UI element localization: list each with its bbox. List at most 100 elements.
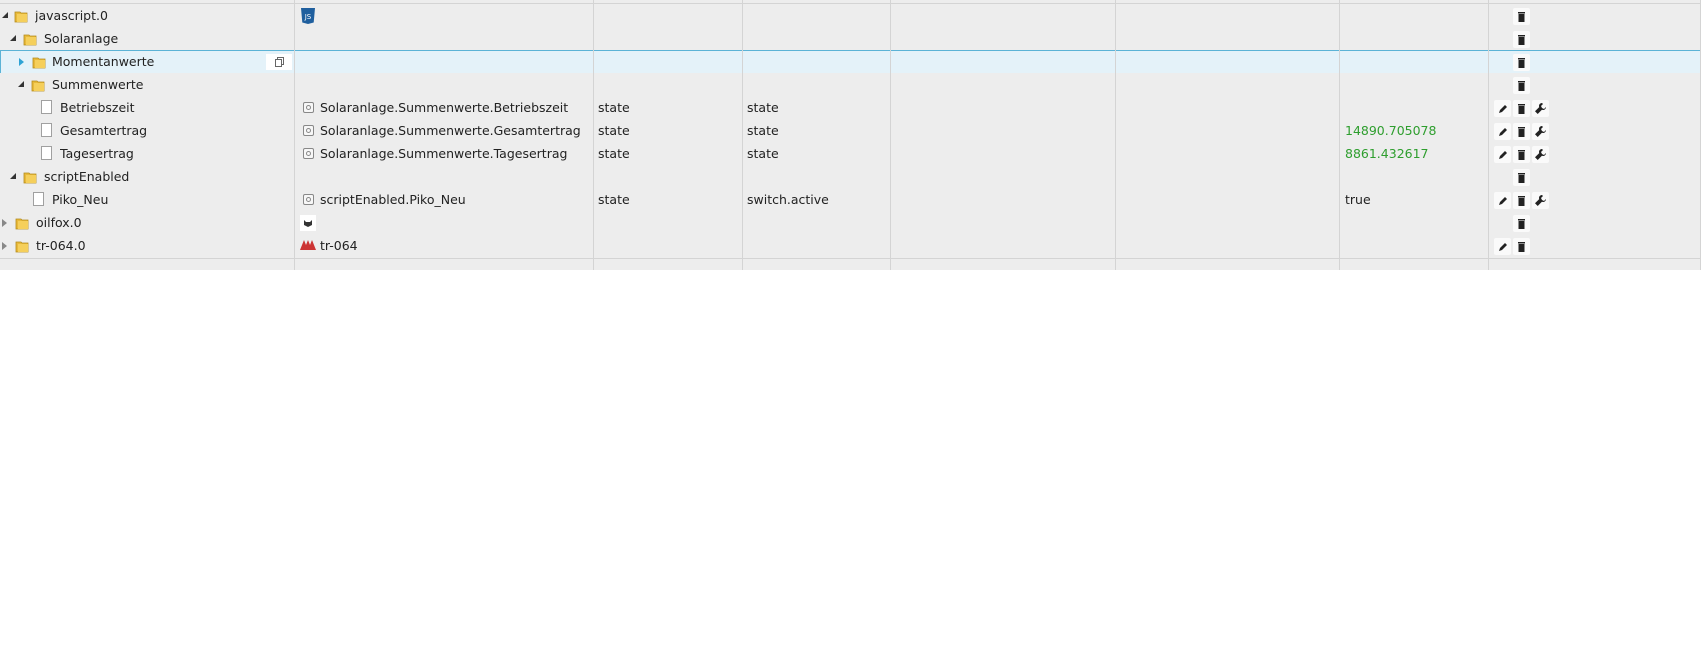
table-row[interactable]: oilfox.0 bbox=[0, 211, 1701, 236]
folder-icon bbox=[31, 80, 45, 92]
object-name: tr-064.0 bbox=[36, 238, 86, 253]
object-id: scriptEnabled.Piko_Neu bbox=[320, 192, 466, 207]
column-divider bbox=[1700, 0, 1701, 270]
column-divider bbox=[1115, 0, 1116, 270]
trash-icon bbox=[1518, 34, 1525, 45]
edit-button[interactable] bbox=[1494, 100, 1511, 117]
object-type: state bbox=[598, 192, 630, 207]
column-divider bbox=[742, 0, 743, 270]
wrench-icon bbox=[1535, 126, 1546, 137]
wrench-icon bbox=[1535, 103, 1546, 114]
settings-button[interactable] bbox=[1532, 146, 1549, 163]
table-row[interactable]: Betriebszeit Solaranlage.Summenwerte.Bet… bbox=[0, 96, 1701, 121]
column-divider bbox=[294, 0, 295, 270]
object-name: Tagesertrag bbox=[60, 146, 134, 161]
object-role: state bbox=[747, 100, 779, 115]
table-row[interactable]: tr-064.0 tr-064 bbox=[0, 234, 1701, 259]
column-divider bbox=[1488, 0, 1489, 270]
object-name: oilfox.0 bbox=[36, 215, 82, 230]
delete-button[interactable] bbox=[1513, 169, 1530, 186]
object-id: Solaranlage.Summenwerte.Betriebszeit bbox=[320, 100, 569, 115]
trash-icon bbox=[1518, 195, 1525, 206]
delete-button[interactable] bbox=[1513, 8, 1530, 25]
expand-toggle-icon[interactable] bbox=[19, 58, 24, 66]
trash-icon bbox=[1518, 241, 1525, 252]
folder-icon bbox=[23, 34, 37, 46]
expand-toggle-icon[interactable] bbox=[18, 81, 24, 87]
table-row[interactable]: scriptEnabled bbox=[0, 165, 1701, 190]
delete-button[interactable] bbox=[1513, 215, 1530, 232]
object-name: javascript.0 bbox=[35, 8, 108, 23]
trash-icon bbox=[1518, 80, 1525, 91]
trash-icon bbox=[1518, 126, 1525, 137]
expand-toggle-icon[interactable] bbox=[10, 35, 16, 41]
edit-button[interactable] bbox=[1494, 123, 1511, 140]
settings-button[interactable] bbox=[1532, 192, 1549, 209]
object-name: Gesamtertrag bbox=[60, 123, 148, 138]
object-role: switch.active bbox=[747, 192, 829, 207]
trash-icon bbox=[1518, 57, 1525, 68]
table-row[interactable]: Solaranlage bbox=[0, 27, 1701, 52]
folder-icon bbox=[15, 241, 29, 253]
trash-icon bbox=[1518, 103, 1525, 114]
column-divider bbox=[593, 0, 594, 270]
object-value[interactable]: 14890.705078 bbox=[1345, 119, 1436, 143]
wrench-icon bbox=[1535, 195, 1546, 206]
state-icon bbox=[303, 194, 314, 205]
delete-button[interactable] bbox=[1513, 238, 1530, 255]
object-id: tr-064 bbox=[320, 238, 358, 253]
table-row[interactable]: Gesamtertrag Solaranlage.Summenwerte.Ges… bbox=[0, 119, 1701, 144]
object-type: state bbox=[598, 100, 630, 115]
pencil-icon bbox=[1498, 196, 1507, 205]
object-name: scriptEnabled bbox=[44, 169, 130, 184]
javascript-logo-icon: JS bbox=[301, 8, 315, 24]
file-icon bbox=[41, 146, 52, 160]
table-row[interactable]: Summenwerte bbox=[0, 73, 1701, 98]
edit-button[interactable] bbox=[1494, 146, 1511, 163]
pencil-icon bbox=[1498, 242, 1507, 251]
table-row[interactable]: Piko_Neu scriptEnabled.Piko_Neu state sw… bbox=[0, 188, 1701, 213]
delete-button[interactable] bbox=[1513, 54, 1530, 71]
object-name: Betriebszeit bbox=[60, 100, 135, 115]
delete-button[interactable] bbox=[1513, 192, 1530, 209]
table-row-selected[interactable]: Momentanwerte bbox=[0, 50, 1701, 75]
expand-toggle-icon[interactable] bbox=[10, 173, 16, 179]
settings-button[interactable] bbox=[1532, 100, 1549, 117]
delete-button[interactable] bbox=[1513, 77, 1530, 94]
object-role: state bbox=[747, 146, 779, 161]
state-icon bbox=[303, 148, 314, 159]
folder-icon bbox=[15, 218, 29, 230]
settings-button[interactable] bbox=[1532, 123, 1549, 140]
edit-button[interactable] bbox=[1494, 238, 1511, 255]
object-name: Summenwerte bbox=[52, 77, 144, 92]
state-icon bbox=[303, 125, 314, 136]
js-logo-text: JS bbox=[304, 13, 312, 21]
copy-id-button[interactable] bbox=[266, 54, 292, 70]
object-value[interactable]: 8861.432617 bbox=[1345, 142, 1429, 166]
column-divider bbox=[890, 0, 891, 270]
pencil-icon bbox=[1498, 104, 1507, 113]
trash-icon bbox=[1518, 149, 1525, 160]
table-row[interactable]: Tagesertrag Solaranlage.Summenwerte.Tage… bbox=[0, 142, 1701, 167]
edit-button[interactable] bbox=[1494, 192, 1511, 209]
expand-toggle-icon[interactable] bbox=[2, 219, 7, 227]
object-tree-table: javascript.0 JS Solaranlage Momentanwert… bbox=[0, 0, 1701, 270]
expand-toggle-icon[interactable] bbox=[2, 242, 7, 250]
folder-icon bbox=[14, 11, 28, 23]
delete-button[interactable] bbox=[1513, 100, 1530, 117]
wrench-icon bbox=[1535, 149, 1546, 160]
trash-icon bbox=[1518, 11, 1525, 22]
delete-button[interactable] bbox=[1513, 123, 1530, 140]
pencil-icon bbox=[1498, 127, 1507, 136]
table-row[interactable]: javascript.0 JS bbox=[0, 4, 1701, 29]
object-id: Solaranlage.Summenwerte.Gesamtertrag bbox=[320, 123, 581, 138]
delete-button[interactable] bbox=[1513, 31, 1530, 48]
expand-toggle-icon[interactable] bbox=[2, 12, 8, 18]
trash-icon bbox=[1518, 172, 1525, 183]
delete-button[interactable] bbox=[1513, 146, 1530, 163]
object-value[interactable]: true bbox=[1345, 188, 1371, 212]
object-id: Solaranlage.Summenwerte.Tagesertrag bbox=[320, 146, 568, 161]
pencil-icon bbox=[1498, 150, 1507, 159]
file-icon bbox=[41, 123, 52, 137]
folder-icon bbox=[32, 57, 46, 69]
